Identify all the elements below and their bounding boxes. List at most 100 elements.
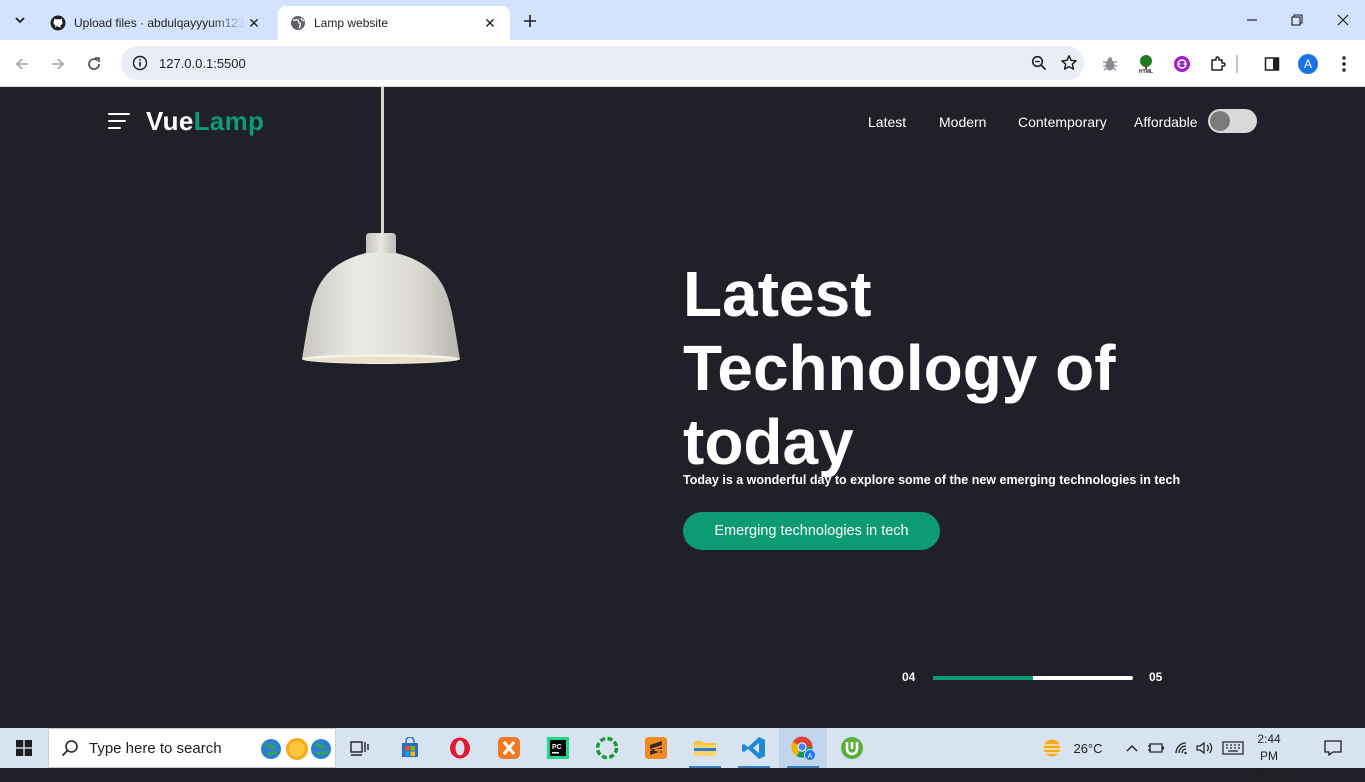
volume-icon[interactable] bbox=[1195, 728, 1215, 768]
minimize-icon bbox=[1247, 19, 1257, 21]
hero-title-line-1: Latest bbox=[683, 258, 872, 330]
clock-time: 2:44 PM bbox=[1257, 732, 1281, 763]
store-icon bbox=[402, 737, 418, 757]
hamburger-menu-icon[interactable] bbox=[108, 113, 130, 129]
taskbar-pycharm[interactable]: PC bbox=[534, 728, 582, 768]
extensions-puzzle-icon[interactable] bbox=[1206, 52, 1230, 76]
address-bar[interactable]: 127.0.0.1:5500 bbox=[121, 46, 1084, 80]
taskbar-microsoft-store[interactable] bbox=[386, 728, 434, 768]
notifications-icon[interactable] bbox=[1318, 728, 1348, 768]
browser-menu-button[interactable] bbox=[1332, 52, 1356, 76]
close-icon[interactable]: ✕ bbox=[482, 15, 498, 31]
browser-tab-strip: Upload files · abdulqayyyum123 ✕ Lamp we… bbox=[0, 0, 1365, 40]
forward-button[interactable] bbox=[44, 50, 72, 78]
taskbar-sublime-text[interactable] bbox=[632, 728, 680, 768]
wifi-icon[interactable] bbox=[1172, 728, 1192, 768]
search-icon bbox=[61, 740, 78, 757]
side-panel-icon[interactable] bbox=[1260, 52, 1284, 76]
site-logo[interactable]: VueLamp bbox=[146, 106, 264, 137]
svg-text:PC: PC bbox=[552, 744, 562, 751]
weather-highlight-icon bbox=[261, 738, 331, 760]
emerging-technologies-button[interactable]: Emerging technologies in tech bbox=[683, 512, 940, 550]
zoom-icon[interactable] bbox=[1024, 55, 1054, 71]
tab-upload-files[interactable]: Upload files · abdulqayyyum123 ✕ bbox=[38, 6, 274, 40]
plus-icon bbox=[524, 15, 536, 27]
toggle-knob bbox=[1210, 111, 1230, 131]
hero-title: Latest Technology of today bbox=[683, 257, 1203, 479]
minimize-button[interactable] bbox=[1229, 0, 1275, 40]
vscode-icon bbox=[742, 737, 765, 759]
chevron-down-icon bbox=[15, 17, 25, 24]
taskbar-utorrent[interactable] bbox=[828, 728, 876, 768]
folder-icon bbox=[694, 741, 716, 756]
weather-temperature[interactable]: 26°C bbox=[1068, 728, 1108, 768]
tab-lamp-website[interactable]: Lamp website ✕ bbox=[278, 6, 510, 40]
html-tree-extension-icon[interactable]: HTML bbox=[1134, 52, 1158, 76]
slide-progress-bar[interactable] bbox=[933, 676, 1133, 680]
taskbar-vscode[interactable] bbox=[730, 728, 778, 768]
sublime-text-icon bbox=[645, 737, 667, 759]
slide-progress-fill bbox=[933, 676, 1033, 680]
opera-icon bbox=[450, 737, 470, 759]
github-icon bbox=[50, 15, 66, 31]
tab-title: Lamp website bbox=[314, 16, 389, 30]
sync-circle-icon bbox=[595, 736, 619, 760]
close-icon[interactable]: ✕ bbox=[246, 15, 262, 31]
xampp-icon bbox=[498, 737, 520, 759]
logo-text-vue: Vue bbox=[146, 106, 194, 136]
nav-modern[interactable]: Modern bbox=[939, 114, 986, 130]
lamp-website: VueLamp Latest Modern Contemporary Affor… bbox=[0, 87, 1365, 728]
tab-title: Upload files · abdulqayyyum123 bbox=[74, 16, 245, 30]
taskbar-chrome[interactable]: A bbox=[779, 728, 827, 768]
utorrent-icon bbox=[841, 737, 863, 759]
start-button[interactable] bbox=[0, 728, 48, 768]
bookmark-star-icon[interactable] bbox=[1054, 54, 1084, 72]
current-slide-number: 04 bbox=[902, 670, 916, 684]
restore-icon bbox=[1291, 14, 1303, 26]
search-placeholder: Type here to search bbox=[89, 739, 222, 757]
more-vertical-icon bbox=[1342, 56, 1346, 72]
restore-button[interactable] bbox=[1274, 0, 1320, 40]
nav-contemporary[interactable]: Contemporary bbox=[1018, 114, 1107, 130]
profile-initial: A bbox=[1303, 57, 1312, 71]
arrow-right-icon bbox=[52, 58, 65, 70]
back-button[interactable] bbox=[8, 50, 36, 78]
profile-avatar[interactable]: A bbox=[1296, 52, 1320, 76]
taskbar-search-box[interactable]: Type here to search bbox=[48, 728, 336, 768]
globe-icon bbox=[290, 15, 306, 31]
tab-search-button[interactable] bbox=[8, 8, 32, 32]
reload-button[interactable] bbox=[80, 50, 108, 78]
lamp-cord bbox=[381, 87, 384, 237]
taskbar-file-explorer[interactable] bbox=[681, 728, 729, 768]
toolbar-divider bbox=[1236, 55, 1238, 73]
nav-affordable[interactable]: Affordable bbox=[1134, 114, 1198, 130]
chrome-icon: A bbox=[791, 736, 816, 761]
svg-text:HTML: HTML bbox=[1139, 69, 1153, 74]
hero-subtitle: Today is a wonderful day to explore some… bbox=[683, 473, 1181, 487]
weather-icon[interactable] bbox=[1036, 728, 1068, 768]
battery-icon[interactable] bbox=[1146, 728, 1166, 768]
windows-logo-icon bbox=[16, 740, 32, 756]
taskbar-xampp[interactable] bbox=[485, 728, 533, 768]
browser-toolbar: 127.0.0.1:5500 HTML A bbox=[0, 40, 1365, 87]
site-info-icon[interactable] bbox=[123, 55, 157, 71]
system-clock[interactable]: 2:44 PM 1/3/2024 bbox=[1248, 731, 1295, 782]
chevron-up-icon[interactable] bbox=[1122, 728, 1142, 768]
total-slides-number: 05 bbox=[1149, 670, 1163, 684]
arrow-left-icon bbox=[15, 58, 28, 70]
reload-icon bbox=[88, 57, 100, 70]
keyboard-icon[interactable] bbox=[1220, 728, 1246, 768]
new-tab-button[interactable] bbox=[518, 9, 542, 33]
hero-title-line-3: today bbox=[683, 406, 854, 478]
close-window-button[interactable] bbox=[1320, 0, 1365, 40]
bug-extension-icon[interactable] bbox=[1098, 52, 1122, 76]
task-view-button[interactable] bbox=[336, 728, 384, 768]
nav-latest[interactable]: Latest bbox=[868, 114, 906, 130]
pendant-lamp-image bbox=[302, 233, 460, 364]
taskbar-opera[interactable] bbox=[436, 728, 484, 768]
url-text[interactable]: 127.0.0.1:5500 bbox=[159, 56, 1024, 71]
theme-toggle[interactable] bbox=[1208, 109, 1257, 133]
purple-extension-icon[interactable] bbox=[1170, 52, 1194, 76]
taskbar-sync-app[interactable] bbox=[583, 728, 631, 768]
logo-text-lamp: Lamp bbox=[193, 106, 265, 136]
